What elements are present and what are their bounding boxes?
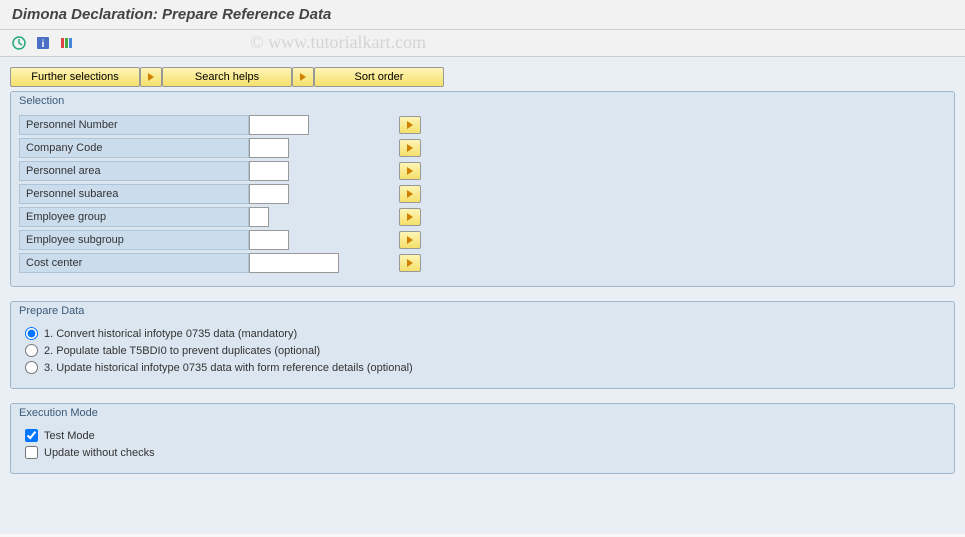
radio-row-2: 2. Populate table T5BDI0 to prevent dupl… [25, 344, 940, 357]
row-personnel-area: Personnel area [19, 161, 946, 181]
row-employee-group: Employee group [19, 207, 946, 227]
arrow-right-icon [407, 167, 413, 175]
label-employee-group: Employee group [19, 207, 249, 227]
execution-mode-group: Execution Mode Test Mode Update without … [10, 403, 955, 474]
more-button-personnel-subarea[interactable] [399, 185, 421, 203]
content-area: Further selections Search helps Sort ord… [0, 57, 965, 534]
info-icon[interactable]: i [34, 34, 52, 52]
more-button-company-code[interactable] [399, 139, 421, 157]
bars-icon[interactable] [58, 34, 76, 52]
arrow-right-icon [407, 236, 413, 244]
label-company-code: Company Code [19, 138, 249, 158]
checkbox-update-without-checks[interactable] [25, 446, 38, 459]
svg-text:i: i [42, 39, 45, 50]
check-row-test-mode: Test Mode [25, 429, 940, 442]
more-button-cost-center[interactable] [399, 254, 421, 272]
arrow-button-1[interactable] [140, 67, 162, 87]
check-row-update-without-checks: Update without checks [25, 446, 940, 459]
arrow-right-icon [407, 121, 413, 129]
label-personnel-subarea: Personnel subarea [19, 184, 249, 204]
arrow-button-2[interactable] [292, 67, 314, 87]
input-personnel-subarea[interactable] [249, 184, 289, 204]
sort-order-button[interactable]: Sort order [314, 67, 444, 87]
row-cost-center: Cost center [19, 253, 946, 273]
input-employee-group[interactable] [249, 207, 269, 227]
radio-label-opt1[interactable]: 1. Convert historical infotype 0735 data… [44, 328, 297, 340]
execute-icon[interactable] [10, 34, 28, 52]
search-helps-button[interactable]: Search helps [162, 67, 292, 87]
input-personnel-number[interactable] [249, 115, 309, 135]
toolbar: i © www.tutorialkart.com [0, 30, 965, 57]
input-employee-subgroup[interactable] [249, 230, 289, 250]
selection-group: Selection Personnel Number Company Code … [10, 91, 955, 287]
row-company-code: Company Code [19, 138, 946, 158]
label-cost-center: Cost center [19, 253, 249, 273]
radio-label-opt2[interactable]: 2. Populate table T5BDI0 to prevent dupl… [44, 345, 320, 357]
more-button-personnel-area[interactable] [399, 162, 421, 180]
group-title-selection: Selection [11, 92, 954, 109]
label-personnel-area: Personnel area [19, 161, 249, 181]
prepare-data-group: Prepare Data 1. Convert historical infot… [10, 301, 955, 389]
checkbox-test-mode[interactable] [25, 429, 38, 442]
arrow-right-icon [407, 144, 413, 152]
row-personnel-number: Personnel Number [19, 115, 946, 135]
input-company-code[interactable] [249, 138, 289, 158]
row-personnel-subarea: Personnel subarea [19, 184, 946, 204]
checkbox-label-update-without-checks[interactable]: Update without checks [44, 447, 155, 459]
page-title: Dimona Declaration: Prepare Reference Da… [12, 6, 953, 23]
more-button-personnel-number[interactable] [399, 116, 421, 134]
more-button-employee-subgroup[interactable] [399, 231, 421, 249]
label-personnel-number: Personnel Number [19, 115, 249, 135]
further-selections-button[interactable]: Further selections [10, 67, 140, 87]
arrow-right-icon [407, 259, 413, 267]
page-header: Dimona Declaration: Prepare Reference Da… [0, 0, 965, 30]
group-title-execution-mode: Execution Mode [11, 404, 954, 421]
checkbox-label-test-mode[interactable]: Test Mode [44, 430, 95, 442]
more-button-employee-group[interactable] [399, 208, 421, 226]
radio-label-opt3[interactable]: 3. Update historical infotype 0735 data … [44, 362, 413, 374]
arrow-right-icon [300, 73, 306, 81]
radio-opt3[interactable] [25, 361, 38, 374]
top-button-row: Further selections Search helps Sort ord… [10, 67, 955, 87]
radio-opt1[interactable] [25, 327, 38, 340]
input-cost-center[interactable] [249, 253, 339, 273]
label-employee-subgroup: Employee subgroup [19, 230, 249, 250]
arrow-right-icon [148, 73, 154, 81]
watermark: © www.tutorialkart.com [250, 32, 426, 53]
radio-row-3: 3. Update historical infotype 0735 data … [25, 361, 940, 374]
input-personnel-area[interactable] [249, 161, 289, 181]
arrow-right-icon [407, 213, 413, 221]
row-employee-subgroup: Employee subgroup [19, 230, 946, 250]
group-title-prepare-data: Prepare Data [11, 302, 954, 319]
radio-row-1: 1. Convert historical infotype 0735 data… [25, 327, 940, 340]
arrow-right-icon [407, 190, 413, 198]
radio-opt2[interactable] [25, 344, 38, 357]
